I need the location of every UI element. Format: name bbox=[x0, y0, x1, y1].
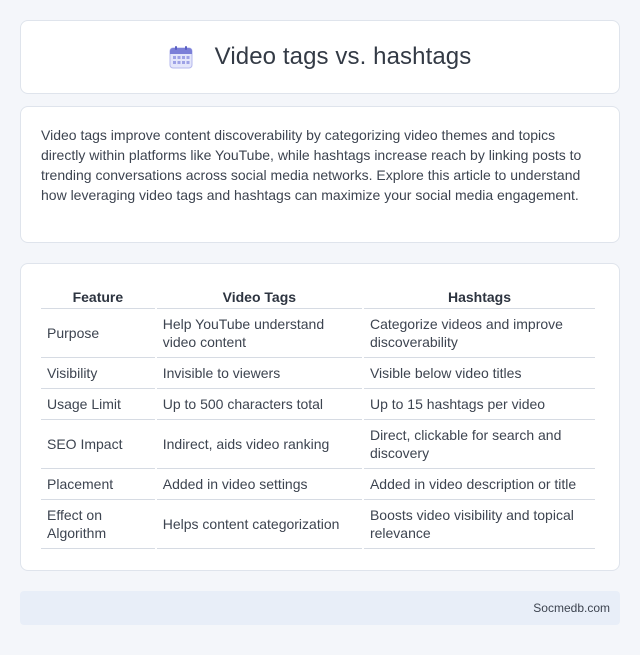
footer: Socmedb.com bbox=[20, 591, 620, 625]
cell-video-tags: Indirect, aids video ranking bbox=[156, 420, 362, 469]
cell-feature: Usage Limit bbox=[41, 389, 155, 420]
cell-hashtags: Visible below video titles bbox=[363, 358, 595, 389]
comparison-table: Feature Video Tags Hashtags Purpose Help… bbox=[39, 282, 597, 549]
table-row: Placement Added in video settings Added … bbox=[41, 469, 595, 500]
cell-hashtags: Categorize videos and improve discoverab… bbox=[363, 309, 595, 358]
header-video-tags: Video Tags bbox=[156, 282, 362, 309]
cell-feature: Purpose bbox=[41, 309, 155, 358]
table-header-row: Feature Video Tags Hashtags bbox=[41, 282, 595, 309]
header-feature: Feature bbox=[41, 282, 155, 309]
title-wrap: Video tags vs. hashtags bbox=[169, 43, 472, 71]
cell-video-tags: Up to 500 characters total bbox=[156, 389, 362, 420]
intro-card: Video tags improve content discoverabili… bbox=[20, 106, 620, 243]
header-hashtags: Hashtags bbox=[363, 282, 595, 309]
cell-feature: SEO Impact bbox=[41, 420, 155, 469]
title-card: Video tags vs. hashtags bbox=[20, 20, 620, 94]
cell-video-tags: Helps content categorization bbox=[156, 500, 362, 549]
calendar-icon bbox=[169, 45, 193, 69]
cell-video-tags: Help YouTube understand video content bbox=[156, 309, 362, 358]
cell-feature: Visibility bbox=[41, 358, 155, 389]
table-row: SEO Impact Indirect, aids video ranking … bbox=[41, 420, 595, 469]
table-card: Feature Video Tags Hashtags Purpose Help… bbox=[20, 263, 620, 571]
page-title: Video tags vs. hashtags bbox=[214, 43, 472, 70]
cell-hashtags: Added in video description or title bbox=[363, 469, 595, 500]
cell-hashtags: Up to 15 hashtags per video bbox=[363, 389, 595, 420]
table-row: Purpose Help YouTube understand video co… bbox=[41, 309, 595, 358]
footer-site-link[interactable]: Socmedb.com bbox=[533, 601, 610, 615]
cell-feature: Placement bbox=[41, 469, 155, 500]
cell-hashtags: Boosts video visibility and topical rele… bbox=[363, 500, 595, 549]
cell-video-tags: Invisible to viewers bbox=[156, 358, 362, 389]
table-row: Usage Limit Up to 500 characters total U… bbox=[41, 389, 595, 420]
intro-text: Video tags improve content discoverabili… bbox=[41, 127, 582, 203]
table-row: Effect on Algorithm Helps content catego… bbox=[41, 500, 595, 549]
cell-feature: Effect on Algorithm bbox=[41, 500, 155, 549]
cell-hashtags: Direct, clickable for search and discove… bbox=[363, 420, 595, 469]
cell-video-tags: Added in video settings bbox=[156, 469, 362, 500]
table-row: Visibility Invisible to viewers Visible … bbox=[41, 358, 595, 389]
